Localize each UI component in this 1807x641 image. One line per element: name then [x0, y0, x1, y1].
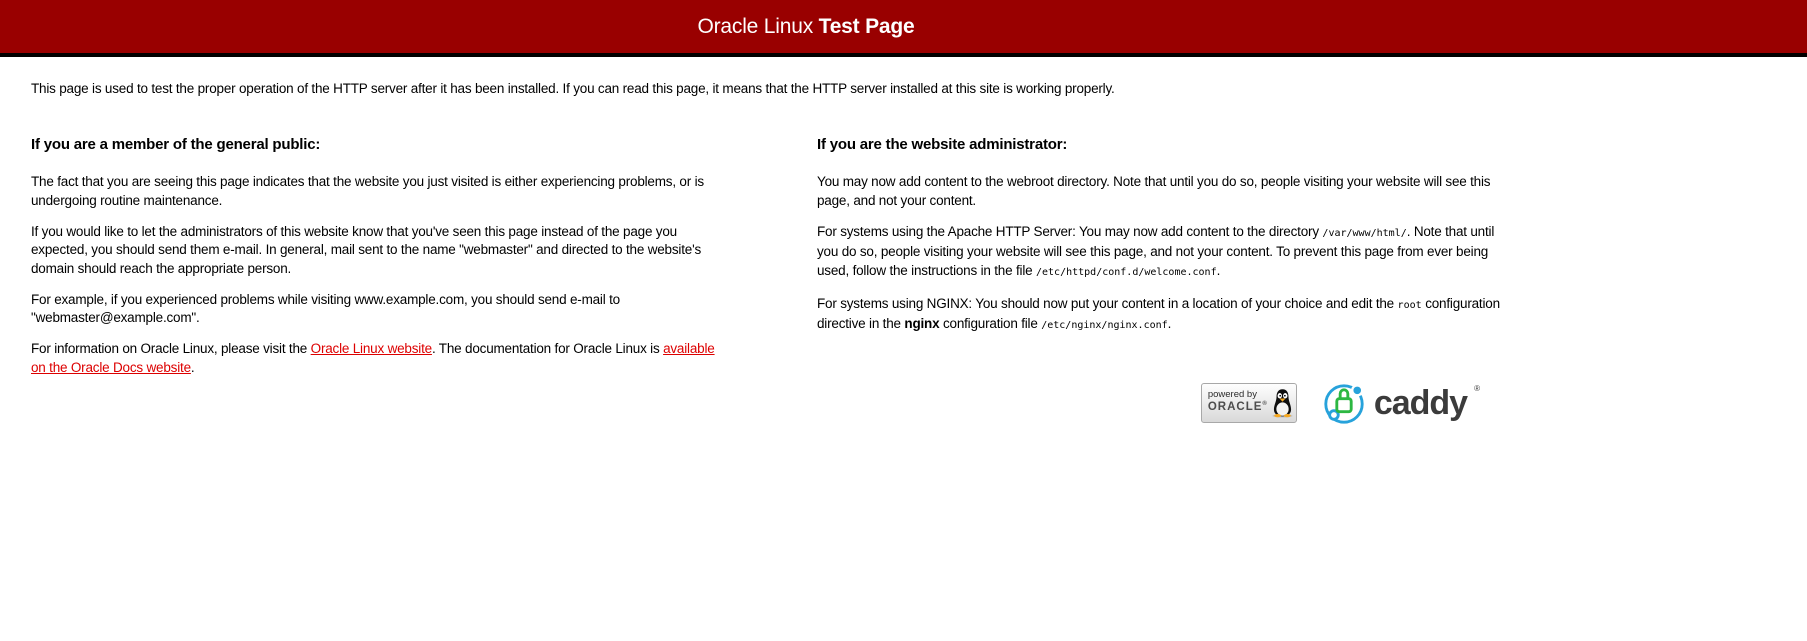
- nginx-text-before: For systems using NGINX: You should now …: [817, 296, 1398, 311]
- admin-paragraph-1: You may now add content to the webroot d…: [817, 173, 1508, 210]
- intro-text: This page is used to test the proper ope…: [31, 79, 1581, 98]
- caddy-trademark: ®: [1474, 384, 1480, 393]
- website-administrator-heading: If you are the website administrator:: [817, 136, 1508, 153]
- page-content: This page is used to test the proper ope…: [31, 57, 1581, 426]
- general-public-heading: If you are a member of the general publi…: [31, 136, 722, 153]
- nginx-conf-path: /etc/nginx/nginx.conf: [1041, 320, 1167, 331]
- admin-paragraph-nginx: For systems using NGINX: You should now …: [817, 295, 1508, 336]
- public-paragraph-3: For example, if you experienced problems…: [31, 291, 722, 328]
- page-title: Oracle Linux Test Page: [31, 0, 1581, 53]
- page-header: Oracle Linux Test Page: [0, 0, 1807, 57]
- page-title-bold: Test Page: [819, 15, 915, 38]
- admin-paragraph-apache: For systems using the Apache HTTP Server…: [817, 223, 1508, 283]
- oracle-wordmark-text: ORACLE: [1208, 401, 1263, 413]
- oracle-badge-text: powered by ORACLE®: [1208, 390, 1268, 414]
- oracle-wordmark: ORACLE®: [1208, 401, 1268, 414]
- public-paragraph-2: If you would like to let the administrat…: [31, 223, 722, 279]
- oracle-info-text-mid: . The documentation for Oracle Linux is: [432, 341, 663, 356]
- two-column-layout: If you are a member of the general publi…: [31, 122, 1581, 426]
- nginx-text-mid2: configuration file: [939, 316, 1041, 331]
- powered-by-oracle-badge: powered by ORACLE®: [1201, 383, 1297, 423]
- oracle-linux-website-link[interactable]: Oracle Linux website: [311, 341, 432, 356]
- tux-penguin-icon: [1272, 385, 1293, 421]
- oracle-info-text-before: For information on Oracle Linux, please …: [31, 341, 311, 356]
- page-title-regular: Oracle Linux: [698, 15, 819, 38]
- welcome-conf-path: /etc/httpd/conf.d/welcome.conf: [1036, 267, 1217, 278]
- logos-row: powered by ORACLE®: [817, 380, 1508, 426]
- nginx-text-after: .: [1168, 316, 1172, 331]
- caddy-wordmark: caddy: [1374, 380, 1467, 426]
- apache-text-before: For systems using the Apache HTTP Server…: [817, 224, 1322, 239]
- caddy-padlock-icon: [1321, 380, 1367, 426]
- oracle-info-text-after: .: [191, 360, 195, 375]
- powered-by-label: powered by: [1208, 390, 1268, 401]
- website-administrator-section: If you are the website administrator: Yo…: [817, 122, 1508, 426]
- public-paragraph-1: The fact that you are seeing this page i…: [31, 173, 722, 210]
- public-paragraph-4: For information on Oracle Linux, please …: [31, 340, 722, 377]
- general-public-section: If you are a member of the general publi…: [31, 122, 722, 426]
- root-directive: root: [1398, 300, 1422, 311]
- apache-text-after: .: [1217, 263, 1221, 278]
- oracle-trademark: ®: [1262, 402, 1267, 408]
- nginx-bold-word: nginx: [904, 316, 939, 331]
- caddy-logo: caddy ®: [1321, 380, 1480, 426]
- webroot-path: /var/www/html/: [1322, 228, 1406, 239]
